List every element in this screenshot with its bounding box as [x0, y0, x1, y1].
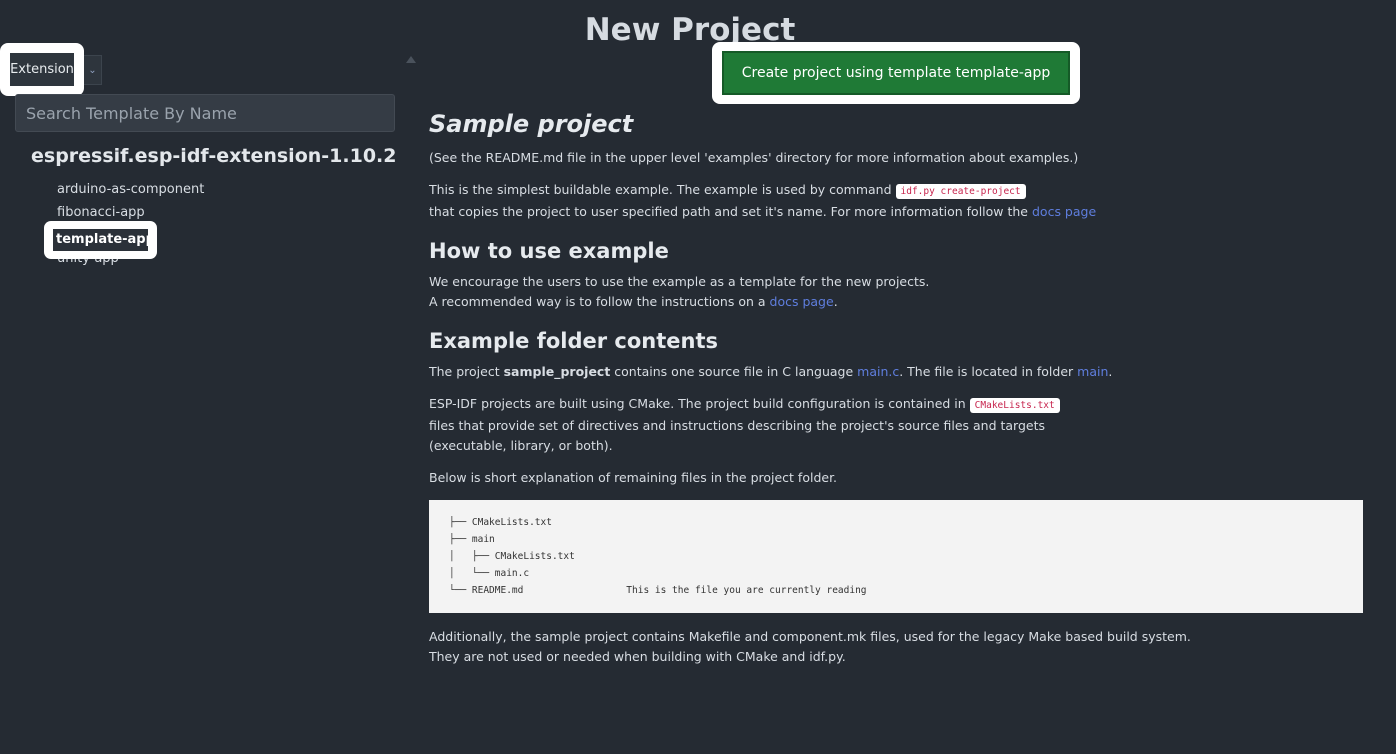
- readme-title: Sample project: [429, 110, 634, 138]
- readme-paragraph: (See the README.md file in the upper lev…: [429, 150, 1079, 165]
- text: contains one source file in C language: [610, 364, 858, 379]
- inline-code: idf.py create-project: [895, 184, 1026, 199]
- folder-tree-code-block: ├── CMakeLists.txt ├── main │ ├── CMakeL…: [429, 500, 1363, 613]
- text: They are not used or needed when buildin…: [429, 649, 846, 664]
- readme-content: Sample project (See the README.md file i…: [429, 106, 1379, 679]
- readme-paragraph: Additionally, the sample project contain…: [429, 627, 1379, 667]
- text: that copies the project to user specifie…: [429, 204, 1032, 219]
- create-button-highlight: Create project using template template-a…: [712, 42, 1080, 104]
- docs-page-link[interactable]: docs page: [770, 294, 834, 309]
- docs-page-link[interactable]: docs page: [1032, 204, 1096, 219]
- inline-code: CMakeLists.txt: [969, 398, 1060, 413]
- text: We encourage the users to use the exampl…: [429, 274, 930, 289]
- text: The project: [429, 364, 504, 379]
- readme-paragraph: The project sample_project contains one …: [429, 362, 1379, 382]
- search-input[interactable]: [15, 94, 395, 132]
- main-folder-link[interactable]: main: [1077, 364, 1108, 379]
- text: files that provide set of directives and…: [429, 418, 1046, 433]
- section-heading: How to use example: [429, 239, 669, 263]
- readme-paragraph: ESP-IDF projects are built using CMake. …: [429, 394, 1379, 456]
- source-select[interactable]: Extension: [10, 53, 74, 86]
- text: Additionally, the sample project contain…: [429, 629, 1191, 644]
- chevron-down-icon[interactable]: ⌄: [84, 55, 102, 85]
- template-list: arduino-as-component fibonacci-app templ…: [44, 181, 204, 273]
- text: (executable, library, or both).: [429, 438, 613, 453]
- bold-text: sample_project: [503, 364, 611, 379]
- page-title: New Project: [584, 12, 796, 48]
- readme-paragraph: Below is short explanation of remaining …: [429, 470, 838, 485]
- text: This is the simplest buildable example. …: [429, 182, 896, 197]
- text: A recommended way is to follow the instr…: [429, 294, 770, 309]
- source-select-highlight: Extension: [0, 43, 84, 96]
- text: ESP-IDF projects are built using CMake. …: [429, 396, 970, 411]
- text: .: [833, 294, 838, 309]
- main-c-link[interactable]: main.c: [857, 364, 899, 379]
- scroll-up-arrow-icon[interactable]: [406, 56, 416, 63]
- text: . The file is located in folder: [899, 364, 1078, 379]
- text: .: [1108, 364, 1113, 379]
- section-heading: Example folder contents: [429, 329, 719, 353]
- selected-template-highlight: template-app: [44, 221, 157, 259]
- readme-paragraph: This is the simplest buildable example. …: [429, 180, 1379, 222]
- template-item-template-app[interactable]: template-app: [44, 221, 204, 259]
- selected-template-label[interactable]: template-app: [53, 229, 155, 251]
- template-group-title: espressif.esp-idf-extension-1.10.2: [31, 145, 397, 167]
- readme-paragraph: We encourage the users to use the exampl…: [429, 272, 1379, 312]
- create-project-button[interactable]: Create project using template template-a…: [722, 51, 1070, 95]
- template-item-arduino-as-component[interactable]: arduino-as-component: [57, 181, 204, 204]
